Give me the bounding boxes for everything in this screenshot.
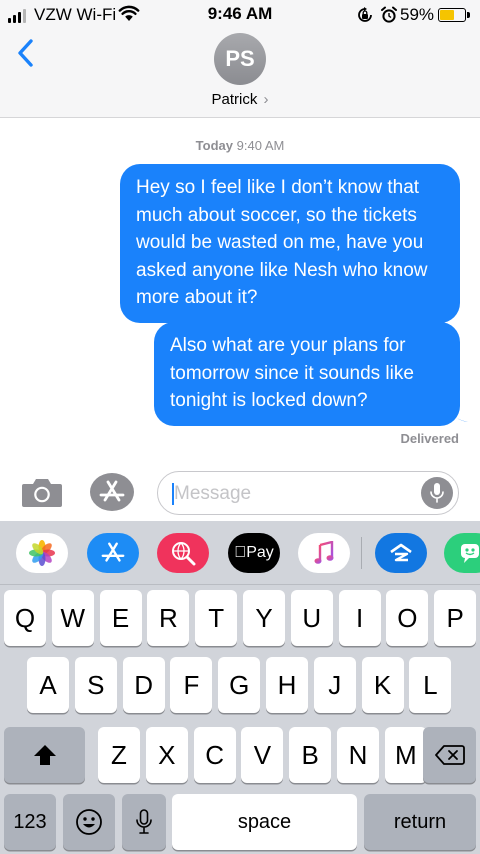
- key-d[interactable]: D: [122, 657, 165, 713]
- key-n[interactable]: N: [337, 727, 379, 783]
- message-timestamp: Today 9:40 AM: [0, 138, 480, 153]
- battery-percent: 59%: [400, 5, 435, 24]
- contact-name-button[interactable]: Patrick ›: [0, 91, 480, 108]
- key-r[interactable]: R: [147, 590, 190, 646]
- key-w[interactable]: W: [51, 590, 94, 646]
- sent-message-bubble[interactable]: Hey so I feel like I don’t know that muc…: [120, 164, 460, 323]
- app-strip-divider: [361, 537, 362, 569]
- key-p[interactable]: P: [434, 590, 477, 646]
- key-j[interactable]: J: [313, 657, 356, 713]
- key-c[interactable]: C: [193, 727, 236, 783]
- key-s[interactable]: S: [74, 657, 117, 713]
- key-z[interactable]: Z: [98, 727, 140, 783]
- key-q[interactable]: Q: [4, 590, 46, 646]
- key-t[interactable]: T: [195, 590, 238, 646]
- photos-app-icon[interactable]: [16, 533, 68, 573]
- key-y[interactable]: Y: [243, 590, 285, 646]
- key-u[interactable]: U: [290, 590, 333, 646]
- timestamp-day: Today: [195, 138, 233, 153]
- contact-name: Patrick: [211, 91, 258, 108]
- battery-icon: [438, 8, 470, 22]
- apple-pay-app-icon[interactable]: Pay: [228, 533, 280, 573]
- delivery-status: Delivered: [400, 431, 459, 446]
- key-i[interactable]: I: [338, 590, 381, 646]
- bubble-tail: [446, 404, 468, 422]
- key-f[interactable]: F: [170, 657, 213, 713]
- timestamp-time: 9:40 AM: [236, 138, 285, 153]
- key-l[interactable]: L: [409, 657, 452, 713]
- camera-icon[interactable]: [21, 476, 63, 508]
- numbers-key[interactable]: 123: [4, 794, 56, 850]
- shift-icon: [33, 745, 56, 765]
- imessage-app-strip: Pay: [0, 521, 480, 585]
- delete-icon: [434, 745, 465, 765]
- dictation-icon: [136, 809, 152, 834]
- conversation-header: VZW Wi-Fi 9:46 AM 59% PS Patrick ›: [0, 0, 480, 118]
- shift-key[interactable]: [4, 727, 85, 783]
- sent-message-bubble[interactable]: Also what are your plans for tomorrow si…: [154, 322, 460, 426]
- key-a[interactable]: A: [27, 657, 69, 713]
- key-g[interactable]: G: [218, 657, 261, 713]
- space-key[interactable]: space: [172, 794, 357, 850]
- key-k[interactable]: K: [361, 657, 404, 713]
- emoji-icon: [76, 809, 102, 835]
- keyboard-area: Pay: [0, 521, 480, 854]
- web-images-app-icon[interactable]: [157, 533, 209, 573]
- messages-screen: VZW Wi-Fi 9:46 AM 59% PS Patrick › Today…: [0, 0, 480, 854]
- app-store-app-icon[interactable]: [87, 533, 139, 573]
- key-m[interactable]: M: [384, 727, 427, 783]
- emoji-key[interactable]: [63, 794, 115, 850]
- alarm-icon: [381, 6, 397, 23]
- return-key[interactable]: return: [364, 794, 476, 850]
- orientation-lock-icon: [358, 7, 372, 22]
- key-v[interactable]: V: [241, 727, 284, 783]
- music-app-icon[interactable]: [298, 533, 350, 573]
- chevron-left-icon[interactable]: [14, 38, 38, 68]
- key-e[interactable]: E: [99, 590, 142, 646]
- app-store-icon[interactable]: [90, 473, 134, 511]
- key-h[interactable]: H: [266, 657, 308, 713]
- chevron-right-icon: ›: [263, 91, 269, 108]
- avatar-initials: PS: [225, 46, 255, 71]
- contact-avatar[interactable]: PS: [214, 33, 266, 85]
- zillow-app-icon[interactable]: [375, 533, 427, 573]
- apple-pay-label: Pay: [234, 544, 274, 561]
- bitmoji-app-icon[interactable]: [444, 533, 480, 573]
- key-b[interactable]: B: [289, 727, 332, 783]
- delete-key[interactable]: [423, 727, 476, 783]
- status-bar: VZW Wi-Fi 9:46 AM 59%: [0, 0, 480, 30]
- message-input-container[interactable]: [157, 471, 459, 515]
- microphone-icon[interactable]: [421, 477, 453, 509]
- key-o[interactable]: O: [386, 590, 429, 646]
- dictation-key[interactable]: [122, 794, 166, 850]
- key-x[interactable]: X: [145, 727, 188, 783]
- message-input[interactable]: [174, 483, 404, 505]
